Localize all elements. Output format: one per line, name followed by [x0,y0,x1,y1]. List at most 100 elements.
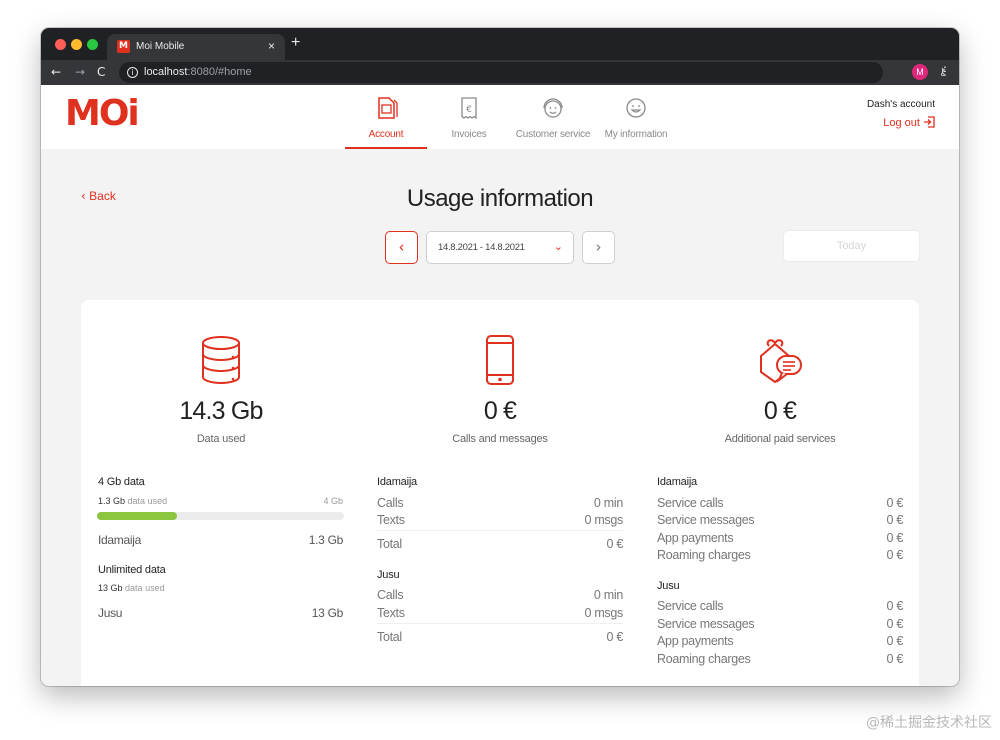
previous-period-button[interactable]: ‹ [385,231,418,264]
service-row-label: Service calls [657,496,724,510]
nav-invoices-label: Invoices [451,129,487,140]
database-icon [202,336,240,385]
calls-row-label: Calls [377,588,404,602]
chevron-left-icon: ‹ [398,238,405,256]
usage-card: 14.3 Gb Data used 4 Gb data 1.3 Gb data … [81,300,919,686]
limited-used-suffix: data used [127,496,168,506]
total-row-label: Total [377,537,402,551]
paid-group-name: Idamaija [657,476,697,488]
url-host: localhost [144,66,188,78]
reload-icon[interactable]: C [97,64,105,80]
calls-group-name: Jusu [377,569,400,581]
chevron-right-icon: › [595,238,602,256]
limited-used-value: 1.3 Gb [98,496,126,506]
nav-my-information[interactable]: My information [599,85,673,149]
logout-link[interactable]: Log out [883,116,935,129]
next-period-button[interactable]: › [582,231,615,264]
gift-message-icon [760,339,802,384]
texts-row-label: Texts [377,606,405,620]
nav-my-information-label: My information [604,129,668,140]
service-row-value: 0 € [886,531,904,545]
limited-cap: 4 Gb [323,496,343,506]
service-row-value: 0 € [886,548,904,562]
calls-row-value: 0 min [593,496,623,510]
data-progress-fill [97,512,178,520]
service-row-label: App payments [657,531,734,545]
service-row-label: Service messages [657,513,755,527]
total-row-value: 0 € [606,537,624,551]
moi-logo[interactable]: MOi [65,93,140,134]
limited-user-name: Idamaija [98,533,141,547]
chevron-down-icon: ⌄ [553,240,563,253]
service-row-label: Roaming charges [657,652,751,666]
nav-invoices[interactable]: € Invoices [438,85,500,149]
browser-tab[interactable]: M Moi Mobile × [107,34,285,60]
page-title: Usage information [406,185,594,212]
divider [377,530,623,531]
paid-label: Additional paid services [724,433,836,445]
logout-label: Log out [883,117,920,129]
data-used-total: 14.3 Gb [179,397,263,425]
browser-back-icon[interactable]: ← [51,64,61,80]
total-row-label: Total [377,630,402,644]
service-row-value: 0 € [886,513,904,527]
mobile-phone-icon [486,335,514,385]
app-header: MOi Account € Invoices Customer service … [41,85,959,149]
limited-plan-title: 4 Gb data [98,476,145,488]
divider [377,623,623,624]
nav-account[interactable]: Account [345,85,427,149]
site-info-icon[interactable]: i [127,67,138,78]
calls-messages-column: 0 € Calls and messages Idamaija Calls 0 … [360,300,640,686]
unlimited-user-value: 13 Gb [311,606,344,620]
new-tab-icon[interactable]: + [291,34,300,52]
tab-title: Moi Mobile [136,41,185,52]
paid-group-name: Jusu [657,580,680,592]
data-usage-column: 14.3 Gb Data used 4 Gb data 1.3 Gb data … [81,300,361,686]
close-window-button[interactable] [55,39,66,50]
texts-row-value: 0 msgs [584,513,624,527]
data-progress-bar [97,512,344,520]
date-range-select[interactable]: 14.8.2021 - 14.8.2021 ⌄ [426,231,574,264]
today-button[interactable]: Today [783,230,920,262]
moi-favicon-icon: M [117,40,130,53]
profile-avatar[interactable]: M [912,64,928,80]
nav-customer-service[interactable]: Customer service [509,85,597,149]
account-name: Dash's account [866,99,935,110]
nav-account-label: Account [368,129,404,140]
service-row-value: 0 € [886,652,904,666]
unlimited-used-value: 13 Gb [98,583,123,593]
browser-forward-icon[interactable]: → [75,64,85,80]
calls-label: Calls and messages [452,433,548,445]
smiley-icon [626,98,646,118]
web-page: MOi Account € Invoices Customer service … [41,85,959,686]
limited-user-value: 1.3 Gb [308,533,344,547]
maximize-window-button[interactable] [87,39,98,50]
browser-tab-bar: M Moi Mobile × + [41,28,959,60]
total-row-value: 0 € [606,630,624,644]
unlimited-used-suffix: data used [125,583,165,593]
service-row-label: Service calls [657,599,724,613]
logout-icon [924,116,935,128]
service-row-value: 0 € [886,634,904,648]
svg-text:€: € [466,105,472,115]
browser-menu-icon[interactable]: ⋮ [939,64,951,78]
service-row-value: 0 € [886,496,904,510]
browser-toolbar: ← → C i localhost:8080/#home ⚷ ☆ M ⋮ [41,60,959,85]
close-tab-icon[interactable]: × [268,39,275,53]
browser-window: M Moi Mobile × + ← → C i localhost:8080/… [41,28,959,686]
calls-row-label: Calls [377,496,404,510]
texts-row-value: 0 msgs [584,606,624,620]
paid-services-column: 0 € Additional paid services Idamaija Se… [640,300,920,686]
unlimited-plan-title: Unlimited data [98,564,166,576]
calls-row-value: 0 min [593,588,623,602]
unlimited-used-text: 13 Gb data used [98,583,165,593]
calls-group-name: Idamaija [377,476,417,488]
customer-service-icon [543,98,563,118]
paid-total-cost: 0 € [763,397,797,425]
unlimited-user-name: Jusu [98,606,123,620]
watermark: @稀土掘金技术社区 [866,715,992,731]
address-bar[interactable]: i localhost:8080/#home ⚷ ☆ [119,62,946,83]
minimize-window-button[interactable] [71,39,82,50]
limited-used-text: 1.3 Gb data used [98,496,167,506]
nav-customer-service-label: Customer service [515,129,591,140]
